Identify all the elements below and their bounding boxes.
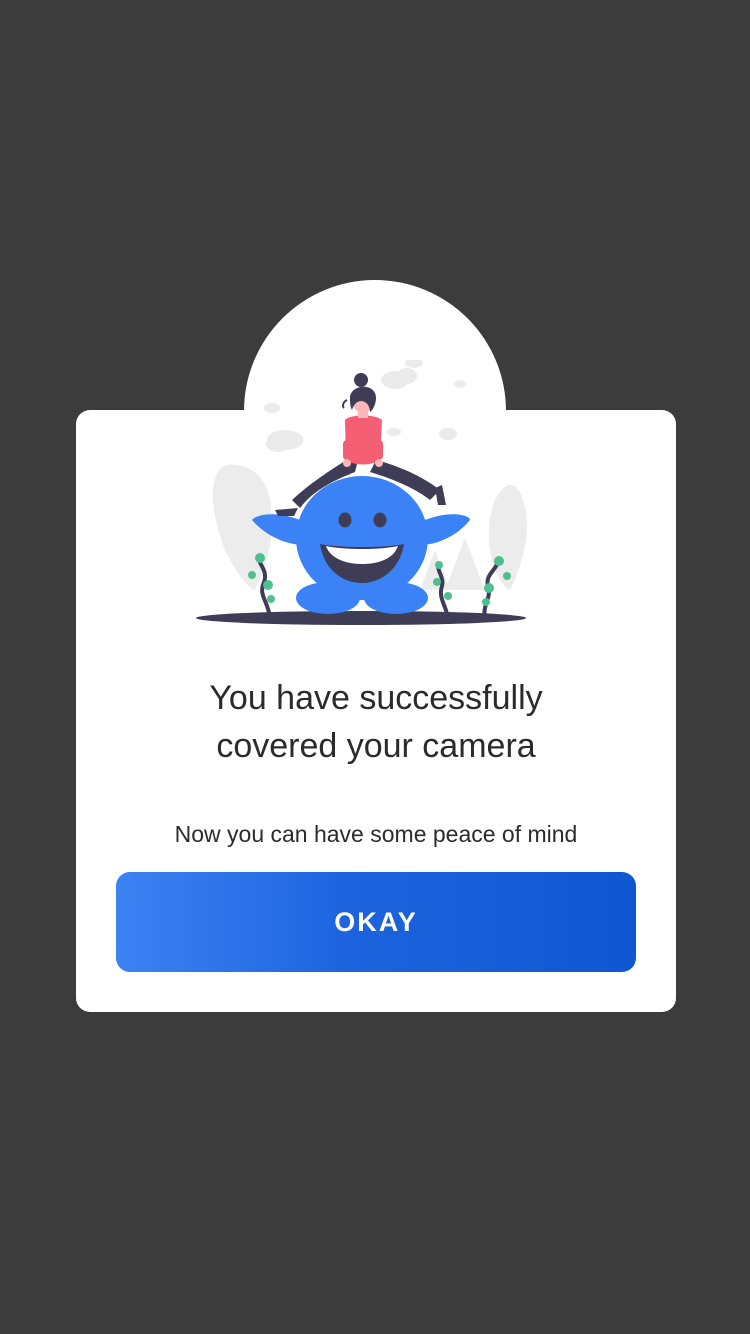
modal-overlay: You have successfully covered your camer… (0, 0, 750, 1334)
okay-button[interactable]: OKAY (116, 872, 636, 972)
dialog-title-line-2: covered your camera (216, 727, 536, 765)
ground-shadow (196, 611, 526, 625)
monster-with-rider-illustration (196, 360, 528, 625)
dialog-title: You have successfully covered your camer… (76, 674, 676, 770)
dialog-title-line-1: You have successfully (209, 679, 543, 717)
dialog-subtitle: Now you can have some peace of mind (174, 821, 578, 847)
